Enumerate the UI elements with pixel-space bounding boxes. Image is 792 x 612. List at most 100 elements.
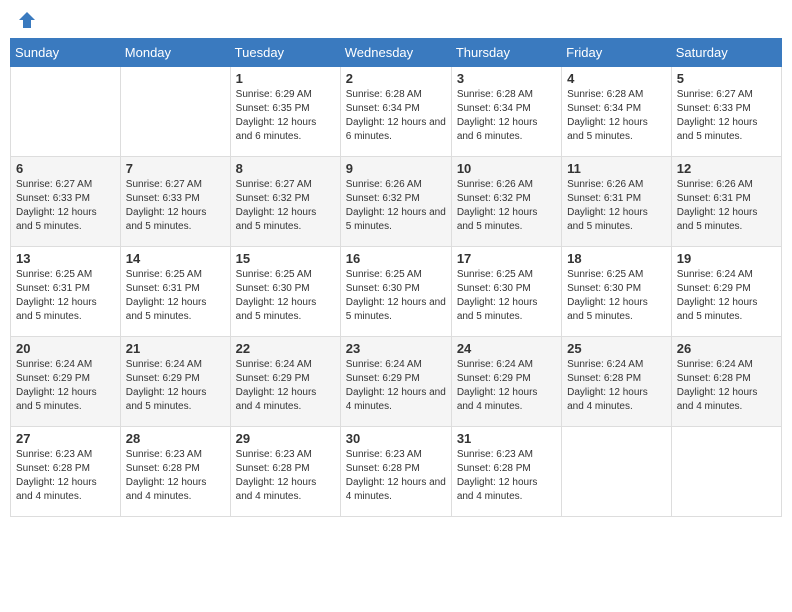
day-info: Sunrise: 6:25 AMSunset: 6:30 PMDaylight:… — [346, 268, 446, 324]
day-info: Sunrise: 6:26 AMSunset: 6:32 PMDaylight:… — [457, 178, 556, 234]
page-header — [10, 10, 782, 30]
calendar-cell: 6Sunrise: 6:27 AMSunset: 6:33 PMDaylight… — [11, 157, 121, 247]
calendar-cell: 25 Sunrise: 6:24 AMSunset: 6:28 PMDayligh… — [562, 337, 672, 427]
calendar-cell: 15Sunrise: 6:25 AMSunset: 6:30 PMDayligh… — [230, 247, 340, 337]
calendar-cell: 27 Sunrise: 6:23 AMSunset: 6:28 PMDayligh… — [11, 427, 121, 517]
calendar-cell: 24Sunrise: 6:24 AMSunset: 6:29 PMDayligh… — [451, 337, 561, 427]
calendar-cell: 2 Sunrise: 6:28 AMSunset: 6:34 PMDaylight… — [340, 67, 451, 157]
calendar-cell: 26Sunrise: 6:24 AMSunset: 6:28 PMDayligh… — [671, 337, 781, 427]
day-info: Sunrise: 6:25 AMSunset: 6:30 PMDaylight:… — [457, 268, 556, 324]
day-info: Sunrise: 6:28 AMSunset: 6:34 PMDaylight:… — [346, 88, 446, 144]
calendar-cell: 3 Sunrise: 6:28 AMSunset: 6:34 PMDaylight… — [451, 67, 561, 157]
calendar-cell: 28 Sunrise: 6:23 AMSunset: 6:28 PMDayligh… — [120, 427, 230, 517]
day-number: 7 — [126, 161, 225, 176]
day-info: Sunrise: 6:24 AMSunset: 6:29 PMDaylight:… — [126, 358, 225, 414]
day-info: Sunrise: 6:27 AMSunset: 6:32 PMDaylight:… — [236, 178, 335, 234]
day-number: 30 — [346, 431, 446, 446]
calendar-cell — [120, 67, 230, 157]
calendar-week-row: 27 Sunrise: 6:23 AMSunset: 6:28 PMDayligh… — [11, 427, 782, 517]
calendar-week-row: 1 Sunrise: 6:29 AMSunset: 6:35 PMDaylight… — [11, 67, 782, 157]
day-number: 23 — [346, 341, 446, 356]
day-number: 4 — [567, 71, 666, 86]
day-info: Sunrise: 6:26 AMSunset: 6:32 PMDaylight:… — [346, 178, 446, 234]
calendar-cell: 7 Sunrise: 6:27 AMSunset: 6:33 PMDaylight… — [120, 157, 230, 247]
day-number: 29 — [236, 431, 335, 446]
day-info: Sunrise: 6:24 AMSunset: 6:29 PMDaylight:… — [16, 358, 115, 414]
calendar-cell — [11, 67, 121, 157]
calendar-cell: 23 Sunrise: 6:24 AMSunset: 6:29 PMDayligh… — [340, 337, 451, 427]
day-number: 16 — [346, 251, 446, 266]
day-number: 10 — [457, 161, 556, 176]
day-number: 9 — [346, 161, 446, 176]
day-number: 20 — [16, 341, 115, 356]
day-info: Sunrise: 6:27 AMSunset: 6:33 PMDaylight:… — [126, 178, 225, 234]
calendar-cell: 9 Sunrise: 6:26 AMSunset: 6:32 PMDaylight… — [340, 157, 451, 247]
day-number: 31 — [457, 431, 556, 446]
day-number: 3 — [457, 71, 556, 86]
day-number: 8 — [236, 161, 335, 176]
day-number: 21 — [126, 341, 225, 356]
day-number: 2 — [346, 71, 446, 86]
day-info: Sunrise: 6:24 AMSunset: 6:29 PMDaylight:… — [457, 358, 556, 414]
day-number: 5 — [677, 71, 776, 86]
col-header-friday: Friday — [562, 39, 672, 67]
day-info: Sunrise: 6:24 AMSunset: 6:28 PMDaylight:… — [567, 358, 666, 414]
calendar-header-row: SundayMondayTuesdayWednesdayThursdayFrid… — [11, 39, 782, 67]
day-info: Sunrise: 6:27 AMSunset: 6:33 PMDaylight:… — [16, 178, 115, 234]
calendar-cell: 29 Sunrise: 6:23 AMSunset: 6:28 PMDayligh… — [230, 427, 340, 517]
col-header-monday: Monday — [120, 39, 230, 67]
day-info: Sunrise: 6:28 AMSunset: 6:34 PMDaylight:… — [457, 88, 556, 144]
day-number: 12 — [677, 161, 776, 176]
day-info: Sunrise: 6:27 AMSunset: 6:33 PMDaylight:… — [677, 88, 776, 144]
day-number: 11 — [567, 161, 666, 176]
day-info: Sunrise: 6:24 AMSunset: 6:29 PMDaylight:… — [236, 358, 335, 414]
day-info: Sunrise: 6:24 AMSunset: 6:29 PMDaylight:… — [346, 358, 446, 414]
day-number: 1 — [236, 71, 335, 86]
calendar-cell: 11Sunrise: 6:26 AMSunset: 6:31 PMDayligh… — [562, 157, 672, 247]
calendar-cell: 8 Sunrise: 6:27 AMSunset: 6:32 PMDaylight… — [230, 157, 340, 247]
calendar-cell: 12 Sunrise: 6:26 AMSunset: 6:31 PMDayligh… — [671, 157, 781, 247]
day-number: 17 — [457, 251, 556, 266]
day-info: Sunrise: 6:29 AMSunset: 6:35 PMDaylight:… — [236, 88, 335, 144]
day-number: 14 — [126, 251, 225, 266]
day-info: Sunrise: 6:24 AMSunset: 6:29 PMDaylight:… — [677, 268, 776, 324]
day-info: Sunrise: 6:23 AMSunset: 6:28 PMDaylight:… — [457, 448, 556, 504]
day-number: 18 — [567, 251, 666, 266]
logo — [15, 10, 37, 30]
day-number: 28 — [126, 431, 225, 446]
calendar-cell: 20 Sunrise: 6:24 AMSunset: 6:29 PMDayligh… — [11, 337, 121, 427]
calendar-cell: 18 Sunrise: 6:25 AMSunset: 6:30 PMDayligh… — [562, 247, 672, 337]
day-info: Sunrise: 6:23 AMSunset: 6:28 PMDaylight:… — [16, 448, 115, 504]
calendar-cell: 13 Sunrise: 6:25 AMSunset: 6:31 PMDayligh… — [11, 247, 121, 337]
day-info: Sunrise: 6:23 AMSunset: 6:28 PMDaylight:… — [236, 448, 335, 504]
col-header-sunday: Sunday — [11, 39, 121, 67]
day-info: Sunrise: 6:25 AMSunset: 6:30 PMDaylight:… — [567, 268, 666, 324]
calendar-cell: 19 Sunrise: 6:24 AMSunset: 6:29 PMDayligh… — [671, 247, 781, 337]
calendar-cell: 1 Sunrise: 6:29 AMSunset: 6:35 PMDaylight… — [230, 67, 340, 157]
calendar-cell: 17 Sunrise: 6:25 AMSunset: 6:30 PMDayligh… — [451, 247, 561, 337]
day-number: 13 — [16, 251, 115, 266]
day-number: 27 — [16, 431, 115, 446]
calendar-week-row: 6Sunrise: 6:27 AMSunset: 6:33 PMDaylight… — [11, 157, 782, 247]
calendar-cell: 14 Sunrise: 6:25 AMSunset: 6:31 PMDayligh… — [120, 247, 230, 337]
calendar-week-row: 13 Sunrise: 6:25 AMSunset: 6:31 PMDayligh… — [11, 247, 782, 337]
col-header-thursday: Thursday — [451, 39, 561, 67]
calendar: SundayMondayTuesdayWednesdayThursdayFrid… — [10, 38, 782, 517]
calendar-cell: 30 Sunrise: 6:23 AMSunset: 6:28 PMDayligh… — [340, 427, 451, 517]
calendar-cell — [671, 427, 781, 517]
col-header-tuesday: Tuesday — [230, 39, 340, 67]
day-info: Sunrise: 6:25 AMSunset: 6:31 PMDaylight:… — [16, 268, 115, 324]
calendar-cell — [562, 427, 672, 517]
day-info: Sunrise: 6:23 AMSunset: 6:28 PMDaylight:… — [126, 448, 225, 504]
day-number: 19 — [677, 251, 776, 266]
calendar-cell: 4Sunrise: 6:28 AMSunset: 6:34 PMDaylight… — [562, 67, 672, 157]
day-info: Sunrise: 6:23 AMSunset: 6:28 PMDaylight:… — [346, 448, 446, 504]
day-number: 26 — [677, 341, 776, 356]
day-number: 22 — [236, 341, 335, 356]
day-info: Sunrise: 6:26 AMSunset: 6:31 PMDaylight:… — [677, 178, 776, 234]
calendar-cell: 10 Sunrise: 6:26 AMSunset: 6:32 PMDayligh… — [451, 157, 561, 247]
logo-icon — [17, 10, 37, 30]
day-number: 25 — [567, 341, 666, 356]
calendar-cell: 16 Sunrise: 6:25 AMSunset: 6:30 PMDayligh… — [340, 247, 451, 337]
day-info: Sunrise: 6:25 AMSunset: 6:31 PMDaylight:… — [126, 268, 225, 324]
